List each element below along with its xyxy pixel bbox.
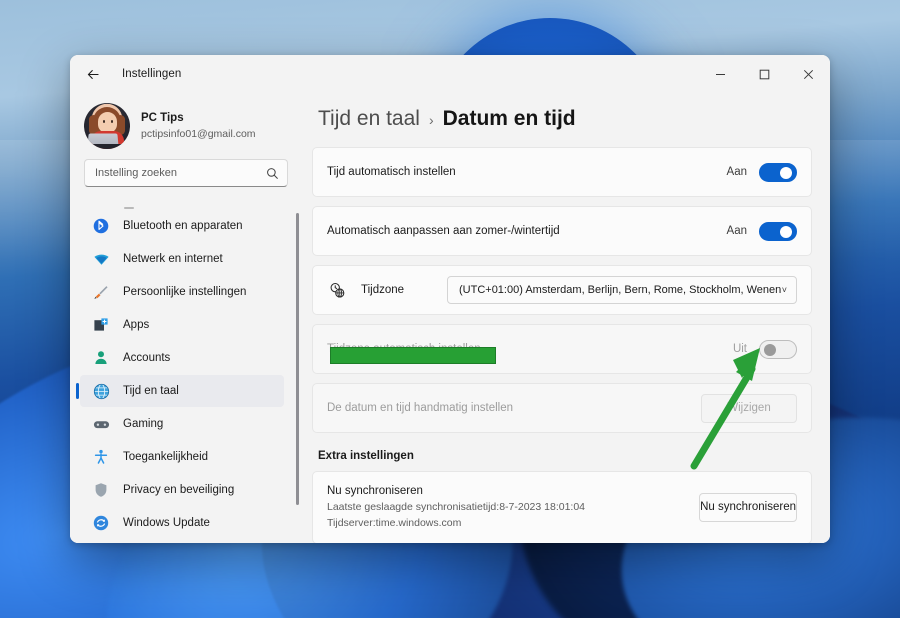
sidebar-item-apps[interactable]: Apps bbox=[80, 309, 284, 341]
setting-state: Uit bbox=[732, 343, 747, 355]
paintbrush-icon bbox=[92, 283, 110, 301]
sidebar-item-label: Apps bbox=[123, 319, 150, 331]
change-datetime-button[interactable]: Wijzigen bbox=[701, 393, 797, 423]
setting-label: Automatisch aanpassen aan zomer-/wintert… bbox=[327, 225, 560, 237]
timezone-label: Tijdzone bbox=[361, 284, 405, 296]
avatar-eye-right bbox=[111, 120, 113, 123]
toggle-auto-time[interactable] bbox=[759, 162, 797, 182]
window-titlebar: Instellingen bbox=[70, 55, 830, 93]
apps-icon bbox=[92, 316, 110, 334]
page-title: Datum en tijd bbox=[442, 107, 576, 130]
setting-label: De datum en tijd handmatig instellen bbox=[327, 402, 514, 414]
sidebar-item-label: Tijd en taal bbox=[123, 385, 179, 397]
sidebar-item-accounts[interactable]: Accounts bbox=[80, 342, 284, 374]
update-icon bbox=[92, 514, 110, 532]
sidebar-item-gaming[interactable]: Gaming bbox=[80, 408, 284, 440]
sidebar-item-label: Persoonlijke instellingen bbox=[123, 286, 247, 298]
sync-card: Nu synchroniseren Laatste geslaagde sync… bbox=[312, 471, 812, 543]
sidebar-item-label: Gaming bbox=[123, 418, 164, 430]
main-content: Tijd en taal › Datum en tijd Tijd automa… bbox=[302, 93, 830, 543]
setting-label: Tijd automatisch instellen bbox=[327, 166, 456, 178]
toggle-auto-dst[interactable] bbox=[759, 221, 797, 241]
timezone-value: (UTC+01:00) Amsterdam, Berlijn, Bern, Ro… bbox=[459, 284, 782, 296]
minimize-icon bbox=[715, 73, 725, 75]
profile-name: PC Tips bbox=[141, 112, 184, 125]
avatar-eye-left bbox=[103, 120, 105, 123]
search-input[interactable]: Instelling zoeken bbox=[84, 159, 288, 187]
profile-text: PC Tips pctipsinfo01@gmail.com bbox=[141, 111, 256, 141]
back-arrow-icon bbox=[87, 69, 98, 79]
accounts-icon bbox=[92, 349, 110, 367]
setting-row-manual-datetime: De datum en tijd handmatig instellen Wij… bbox=[312, 383, 812, 433]
back-button[interactable] bbox=[78, 60, 108, 88]
setting-row-auto-timezone: Tijdzone automatisch instellen Uit bbox=[312, 324, 812, 374]
avatar bbox=[84, 103, 130, 149]
sidebar-item-windows-update[interactable]: Windows Update bbox=[80, 507, 284, 539]
sidebar-item-privacy[interactable]: Privacy en beveiliging bbox=[80, 474, 284, 506]
gamepad-icon bbox=[92, 415, 110, 433]
chevron-down-icon: ˅ bbox=[781, 285, 787, 295]
sidebar-item-label: Privacy en beveiliging bbox=[123, 484, 235, 496]
clock-globe-icon bbox=[92, 382, 110, 400]
setting-row-auto-time: Tijd automatisch instellen Aan bbox=[312, 147, 812, 197]
close-button[interactable] bbox=[786, 55, 830, 93]
sidebar-item-label: Windows Update bbox=[123, 517, 210, 529]
sidebar-item-label: Netwerk en internet bbox=[123, 253, 223, 265]
toggle-knob bbox=[780, 225, 792, 238]
toggle-knob bbox=[764, 343, 776, 356]
bluetooth-icon bbox=[92, 217, 110, 235]
search-wrapper: Instelling zoeken bbox=[70, 159, 302, 197]
window-controls bbox=[698, 55, 830, 93]
maximize-icon bbox=[759, 69, 769, 79]
sidebar-item-accessibility[interactable]: Toegankelijkheid bbox=[80, 441, 284, 473]
search-placeholder: Instelling zoeken bbox=[95, 167, 177, 179]
close-icon bbox=[803, 69, 813, 79]
sidebar-item-network[interactable]: Netwerk en internet bbox=[80, 243, 284, 275]
sidebar: PC Tips pctipsinfo01@gmail.com Instellin… bbox=[70, 93, 302, 543]
sync-texts: Nu synchroniseren Laatste geslaagde sync… bbox=[327, 483, 699, 532]
sidebar-nav: Bluetooth en apparaten Netwerk en intern… bbox=[70, 197, 302, 543]
toggle-auto-timezone[interactable] bbox=[759, 339, 797, 359]
sidebar-item-label: Bluetooth en apparaten bbox=[123, 220, 243, 232]
sidebar-item-label: Accounts bbox=[123, 352, 171, 364]
wifi-icon bbox=[92, 250, 110, 268]
search-icon bbox=[266, 167, 279, 180]
accessibility-icon bbox=[92, 448, 110, 466]
breadcrumb-separator: › bbox=[428, 112, 434, 128]
avatar-face bbox=[98, 112, 117, 133]
breadcrumb: Tijd en taal › Datum en tijd bbox=[312, 93, 812, 147]
avatar-laptop-base bbox=[85, 144, 125, 149]
setting-row-auto-dst: Automatisch aanpassen aan zomer-/wintert… bbox=[312, 206, 812, 256]
sync-title: Nu synchroniseren bbox=[327, 485, 423, 497]
clock-globe-icon bbox=[327, 282, 347, 299]
setting-label: Tijdzone automatisch instellen bbox=[327, 343, 481, 355]
nav-partial-above bbox=[70, 197, 290, 209]
setting-row-timezone: Tijdzone (UTC+01:00) Amsterdam, Berlijn,… bbox=[312, 265, 812, 315]
sync-server: Tijdserver:time.windows.com bbox=[327, 517, 462, 529]
sidebar-item-time-language[interactable]: Tijd en taal bbox=[76, 375, 284, 407]
sidebar-scrollbar[interactable] bbox=[296, 213, 299, 505]
window-title: Instellingen bbox=[122, 68, 182, 80]
timezone-dropdown[interactable]: (UTC+01:00) Amsterdam, Berlijn, Bern, Ro… bbox=[447, 276, 797, 304]
breadcrumb-parent[interactable]: Tijd en taal bbox=[318, 107, 420, 131]
sidebar-item-bluetooth[interactable]: Bluetooth en apparaten bbox=[80, 210, 284, 242]
settings-window: Instellingen PC Tips pctipsinfo01@gmail.… bbox=[70, 55, 830, 543]
shield-icon bbox=[92, 481, 110, 499]
maximize-button[interactable] bbox=[742, 55, 786, 93]
setting-state: Aan bbox=[726, 166, 747, 178]
sidebar-item-label: Toegankelijkheid bbox=[123, 451, 209, 463]
profile-section[interactable]: PC Tips pctipsinfo01@gmail.com bbox=[70, 97, 302, 159]
toggle-knob bbox=[780, 166, 792, 179]
sidebar-item-personalization[interactable]: Persoonlijke instellingen bbox=[80, 276, 284, 308]
nav-partial-stub bbox=[124, 207, 134, 209]
profile-email: pctipsinfo01@gmail.com bbox=[141, 127, 256, 140]
sync-last-time: Laatste geslaagde synchronisatietijd:8-7… bbox=[327, 501, 586, 514]
section-heading-extra: Extra instellingen bbox=[318, 450, 414, 462]
sync-now-button[interactable]: Nu synchroniseren bbox=[699, 492, 797, 522]
minimize-button[interactable] bbox=[698, 55, 742, 93]
setting-state: Aan bbox=[726, 225, 747, 237]
